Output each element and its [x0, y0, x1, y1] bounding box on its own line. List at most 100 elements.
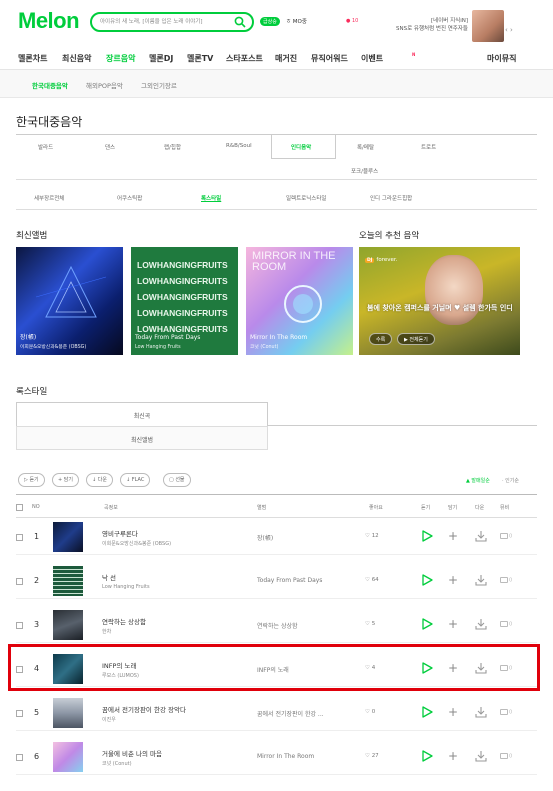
album-name[interactable]: Mirror In The Room: [257, 753, 314, 760]
recommend-play-all-button[interactable]: ▶ 전체듣기: [397, 333, 435, 345]
play-icon[interactable]: [421, 618, 433, 630]
artist-name[interactable]: 이진우: [102, 716, 116, 723]
live-badge[interactable]: 급상승: [260, 17, 280, 26]
ad-arrows[interactable]: ‹ ›: [505, 26, 513, 34]
mv-button[interactable]: 0: [500, 709, 512, 716]
gift-button[interactable]: ▢ 선물: [163, 473, 191, 487]
album-card[interactable]: MIRROR IN THE ROOM Mirror In The Room 코넛…: [246, 247, 353, 355]
tab-latest-albums[interactable]: 최신앨범: [16, 426, 268, 450]
style-acoustic[interactable]: 어쿠스틱팝: [117, 194, 142, 202]
artist-name[interactable]: 이희문&오방신과&봉준 (OBSG): [102, 540, 171, 547]
nav-magazine[interactable]: 매거진: [275, 53, 297, 64]
album-name[interactable]: 장(帳): [257, 533, 273, 542]
like-button[interactable]: ♡ 0: [365, 709, 375, 715]
add-icon[interactable]: +: [448, 705, 458, 719]
album-name[interactable]: Today From Past Days: [257, 577, 322, 584]
song-title[interactable]: 거울에 비춘 나의 마음: [102, 748, 162, 758]
realtime-keyword[interactable]: ㅎ MO중: [286, 17, 307, 25]
album-thumbnail[interactable]: [53, 522, 83, 552]
row-checkbox[interactable]: [16, 622, 23, 629]
row-checkbox[interactable]: [16, 710, 23, 717]
sort-popular[interactable]: · 인기순: [502, 477, 519, 484]
flac-button[interactable]: ↓ FLAC: [120, 473, 151, 487]
genre-folk[interactable]: 포크/블루스: [351, 167, 378, 175]
download-icon[interactable]: [475, 574, 487, 586]
style-all[interactable]: 세부장르전체: [34, 194, 64, 202]
album-thumbnail[interactable]: [53, 566, 83, 596]
mv-button[interactable]: 0: [500, 621, 512, 628]
mv-button[interactable]: 0: [500, 577, 512, 584]
listen-button[interactable]: ▷ 듣기: [18, 473, 45, 487]
album-thumbnail[interactable]: [53, 742, 83, 772]
song-title[interactable]: 영비구루론다: [102, 528, 138, 538]
style-underground[interactable]: 인디 그라운드힙합: [370, 194, 412, 202]
like-button[interactable]: ♡ 5: [365, 621, 375, 627]
album-name[interactable]: 꿈에서 전기장판이 한강 ...: [257, 709, 324, 718]
search-icon[interactable]: [234, 16, 246, 28]
genre-dance[interactable]: 댄스: [105, 143, 115, 151]
album-name[interactable]: 연락하는 상상함: [257, 621, 298, 630]
nav-starpost[interactable]: 스타포스트: [226, 53, 263, 64]
mv-button[interactable]: 0: [500, 533, 512, 540]
nav-genre[interactable]: 장르음악: [106, 53, 135, 64]
download-icon[interactable]: [475, 530, 487, 542]
like-button[interactable]: ♡ 27: [365, 753, 379, 759]
album-card[interactable]: LOWHANGINGFRUITS LOWHANGINGFRUITS LOWHAN…: [131, 247, 238, 355]
album-thumbnail[interactable]: [53, 610, 83, 640]
play-icon[interactable]: [421, 706, 433, 718]
like-button[interactable]: ♡ 12: [365, 533, 379, 539]
nav-mymusic[interactable]: 마이뮤직: [487, 53, 516, 64]
artist-name[interactable]: 코넛 (Conut): [102, 760, 132, 767]
genre-hiphop[interactable]: 랩/힙합: [164, 143, 181, 151]
row-checkbox[interactable]: [16, 578, 23, 585]
song-title[interactable]: 꿈에서 전기장판이 한강 장악다: [102, 704, 186, 714]
ad-image[interactable]: [472, 10, 504, 42]
recommend-banner[interactable]: DJ forever. 봄에 찾아온 캠퍼스를 거닐며 ♥ 설렘 한가득 인디 수…: [359, 247, 520, 355]
tab-latest-songs[interactable]: 최신곡: [16, 402, 268, 426]
play-icon[interactable]: [421, 750, 433, 762]
song-title[interactable]: 연락하는 상상함: [102, 616, 146, 626]
nav-event[interactable]: 이벤트: [361, 53, 383, 64]
recommend-tracklist-button[interactable]: 수록: [369, 333, 393, 345]
row-checkbox[interactable]: [16, 754, 23, 761]
song-title[interactable]: 낙 선: [102, 572, 116, 582]
nav-tv[interactable]: 멜론TV: [187, 53, 213, 64]
album-card[interactable]: 장(帳) 이희문&오방신과&봉준 (OBSG): [16, 247, 123, 355]
add-icon[interactable]: +: [448, 749, 458, 763]
artist-name[interactable]: Low Hanging Fruits: [102, 584, 150, 590]
genre-rnb[interactable]: R&B/Soul: [226, 143, 252, 149]
genre-ballad[interactable]: 발라드: [38, 143, 53, 151]
download-icon[interactable]: [475, 618, 487, 630]
melon-logo[interactable]: Melon: [18, 8, 80, 34]
nav-dj[interactable]: 멜론DJ: [149, 53, 173, 64]
download-icon[interactable]: [475, 750, 487, 762]
genre-indie[interactable]: 인디음악: [291, 143, 311, 151]
album-thumbnail[interactable]: [53, 698, 83, 728]
select-all-checkbox[interactable]: [16, 504, 23, 511]
subnav-pop[interactable]: 해외POP음악: [86, 80, 123, 90]
download-button[interactable]: ↓ 다운: [86, 473, 113, 487]
add-button[interactable]: + 담기: [52, 473, 79, 487]
add-icon[interactable]: +: [448, 529, 458, 543]
mv-button[interactable]: 0: [500, 753, 512, 760]
row-checkbox[interactable]: [16, 534, 23, 541]
add-icon[interactable]: +: [448, 573, 458, 587]
search-box[interactable]: 아이유의 새 노래, [이름을 입은 노래 이야기]: [90, 12, 254, 32]
style-rock[interactable]: 록스타일: [201, 194, 221, 202]
subnav-other[interactable]: 그외인기장르: [141, 80, 177, 90]
download-icon[interactable]: [475, 706, 487, 718]
artist-name[interactable]: 한차: [102, 628, 111, 635]
nav-new[interactable]: 최신음악: [62, 53, 91, 64]
nav-chart[interactable]: 멜론차트: [18, 53, 47, 64]
genre-rock[interactable]: 록/메탈: [357, 143, 374, 151]
like-button[interactable]: ♡ 64: [365, 577, 379, 583]
play-icon[interactable]: [421, 574, 433, 586]
ad-text[interactable]: [네이버 지식iN] SNS로 유행처럼 번진 연주자들: [392, 17, 468, 33]
add-icon[interactable]: +: [448, 617, 458, 631]
search-input[interactable]: 아이유의 새 노래, [이름을 입은 노래 이야기]: [100, 17, 203, 25]
play-icon[interactable]: [421, 530, 433, 542]
sort-date[interactable]: ▲ 발매일순: [466, 477, 490, 484]
nav-award[interactable]: 뮤직어워드: [311, 53, 348, 64]
style-electronic[interactable]: 일렉트로닉스타일: [286, 194, 326, 202]
subnav-korean[interactable]: 한국대중음악: [32, 80, 68, 90]
